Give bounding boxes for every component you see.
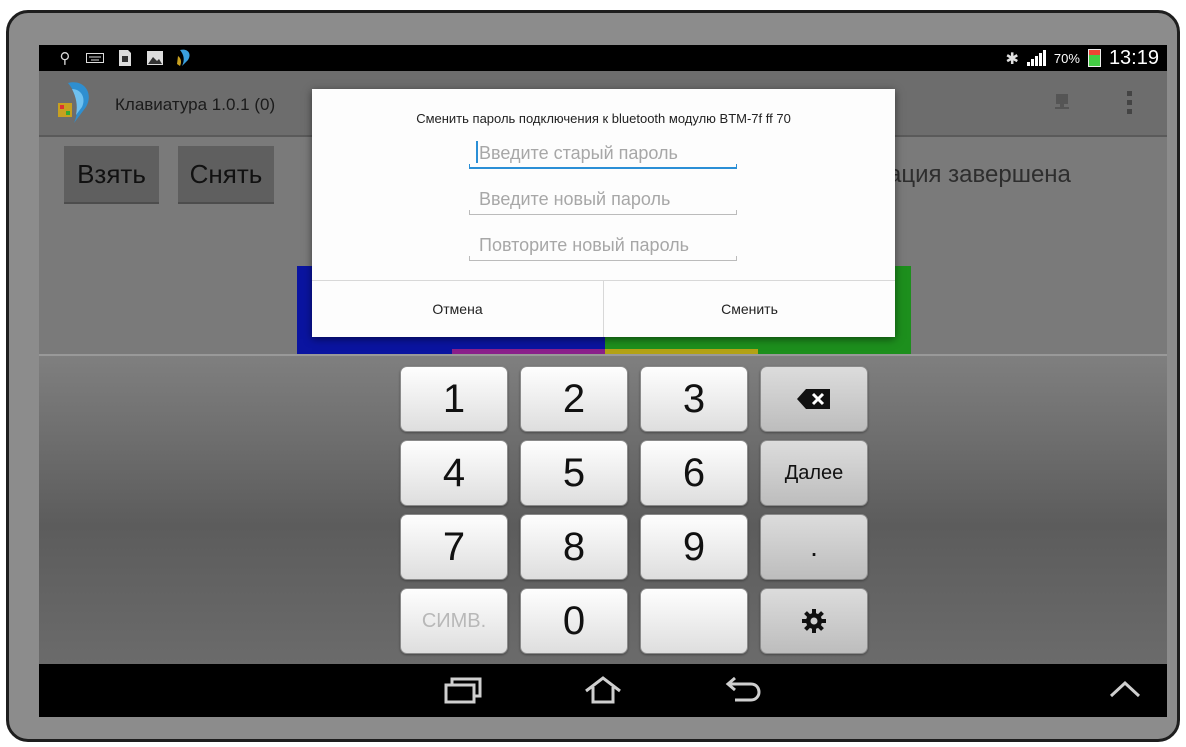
key-9[interactable]: 9 bbox=[640, 514, 748, 580]
key-8[interactable]: 8 bbox=[520, 514, 628, 580]
numeric-keyboard: 1 2 3 4 5 6 Далее 7 8 9 . СИМВ. 0 bbox=[39, 354, 1167, 664]
notification-icons: ⚲ bbox=[55, 48, 195, 68]
field-underline bbox=[469, 256, 737, 261]
back-icon[interactable] bbox=[723, 676, 763, 709]
space-key[interactable] bbox=[640, 588, 748, 654]
battery-percent: 70% bbox=[1053, 50, 1080, 66]
tablet-screen: ⚲ ✱ 70% 13:19 Клавиатура 1.0.1 (0) Взять… bbox=[39, 45, 1167, 717]
change-password-dialog: Сменить пароль подключения к bluetooth м… bbox=[312, 89, 895, 337]
image-icon bbox=[145, 48, 165, 68]
backspace-key[interactable] bbox=[760, 366, 868, 432]
usb-icon: ⚲ bbox=[59, 49, 71, 67]
field-underline bbox=[469, 164, 737, 169]
key-0[interactable]: 0 bbox=[520, 588, 628, 654]
repeat-password-input[interactable] bbox=[469, 231, 737, 259]
navigation-bar bbox=[39, 664, 1167, 717]
key-7[interactable]: 7 bbox=[400, 514, 508, 580]
bluetooth-icon: ✱ bbox=[1005, 48, 1019, 68]
dialog-title: Сменить пароль подключения к bluetooth м… bbox=[416, 111, 791, 126]
next-key[interactable]: Далее bbox=[760, 440, 868, 506]
sim-card-icon bbox=[115, 48, 135, 68]
app-logo-icon bbox=[56, 81, 96, 125]
field-underline bbox=[469, 210, 737, 215]
symbols-key[interactable]: СИМВ. bbox=[400, 588, 508, 654]
gear-icon bbox=[802, 609, 826, 633]
dot-key[interactable]: . bbox=[760, 514, 868, 580]
home-icon[interactable] bbox=[583, 676, 623, 709]
text-cursor bbox=[476, 141, 478, 163]
key-2[interactable]: 2 bbox=[520, 366, 628, 432]
app-notification-icon bbox=[175, 48, 195, 68]
recent-apps-icon[interactable] bbox=[444, 676, 482, 709]
new-password-input[interactable] bbox=[469, 185, 737, 213]
repeat-password-field[interactable] bbox=[469, 231, 737, 261]
key-6[interactable]: 6 bbox=[640, 440, 748, 506]
system-status: ✱ 70% 13:19 bbox=[1006, 46, 1160, 70]
keyboard-icon bbox=[85, 48, 105, 68]
old-password-field[interactable] bbox=[469, 139, 737, 169]
cancel-button[interactable]: Отмена bbox=[312, 281, 603, 337]
connection-icon[interactable] bbox=[1054, 93, 1072, 111]
chevron-up-icon[interactable] bbox=[1109, 680, 1141, 703]
key-5[interactable]: 5 bbox=[520, 440, 628, 506]
take-button[interactable]: Взять bbox=[64, 146, 159, 204]
old-password-input[interactable] bbox=[469, 139, 737, 167]
backspace-icon bbox=[797, 389, 830, 409]
settings-key[interactable] bbox=[760, 588, 868, 654]
overflow-menu-icon[interactable] bbox=[1127, 91, 1133, 117]
status-bar: ⚲ ✱ 70% 13:19 bbox=[39, 45, 1167, 71]
battery-icon bbox=[1087, 49, 1101, 67]
key-1[interactable]: 1 bbox=[400, 366, 508, 432]
clock: 13:19 bbox=[1108, 46, 1159, 69]
remove-button[interactable]: Снять bbox=[178, 146, 274, 204]
app-title: Клавиатура 1.0.1 (0) bbox=[115, 95, 276, 114]
change-button[interactable]: Сменить bbox=[604, 281, 895, 337]
signal-icon bbox=[1026, 50, 1046, 66]
key-4[interactable]: 4 bbox=[400, 440, 508, 506]
status-text: ация завершена bbox=[888, 161, 1071, 188]
key-3[interactable]: 3 bbox=[640, 366, 748, 432]
new-password-field[interactable] bbox=[469, 185, 737, 215]
